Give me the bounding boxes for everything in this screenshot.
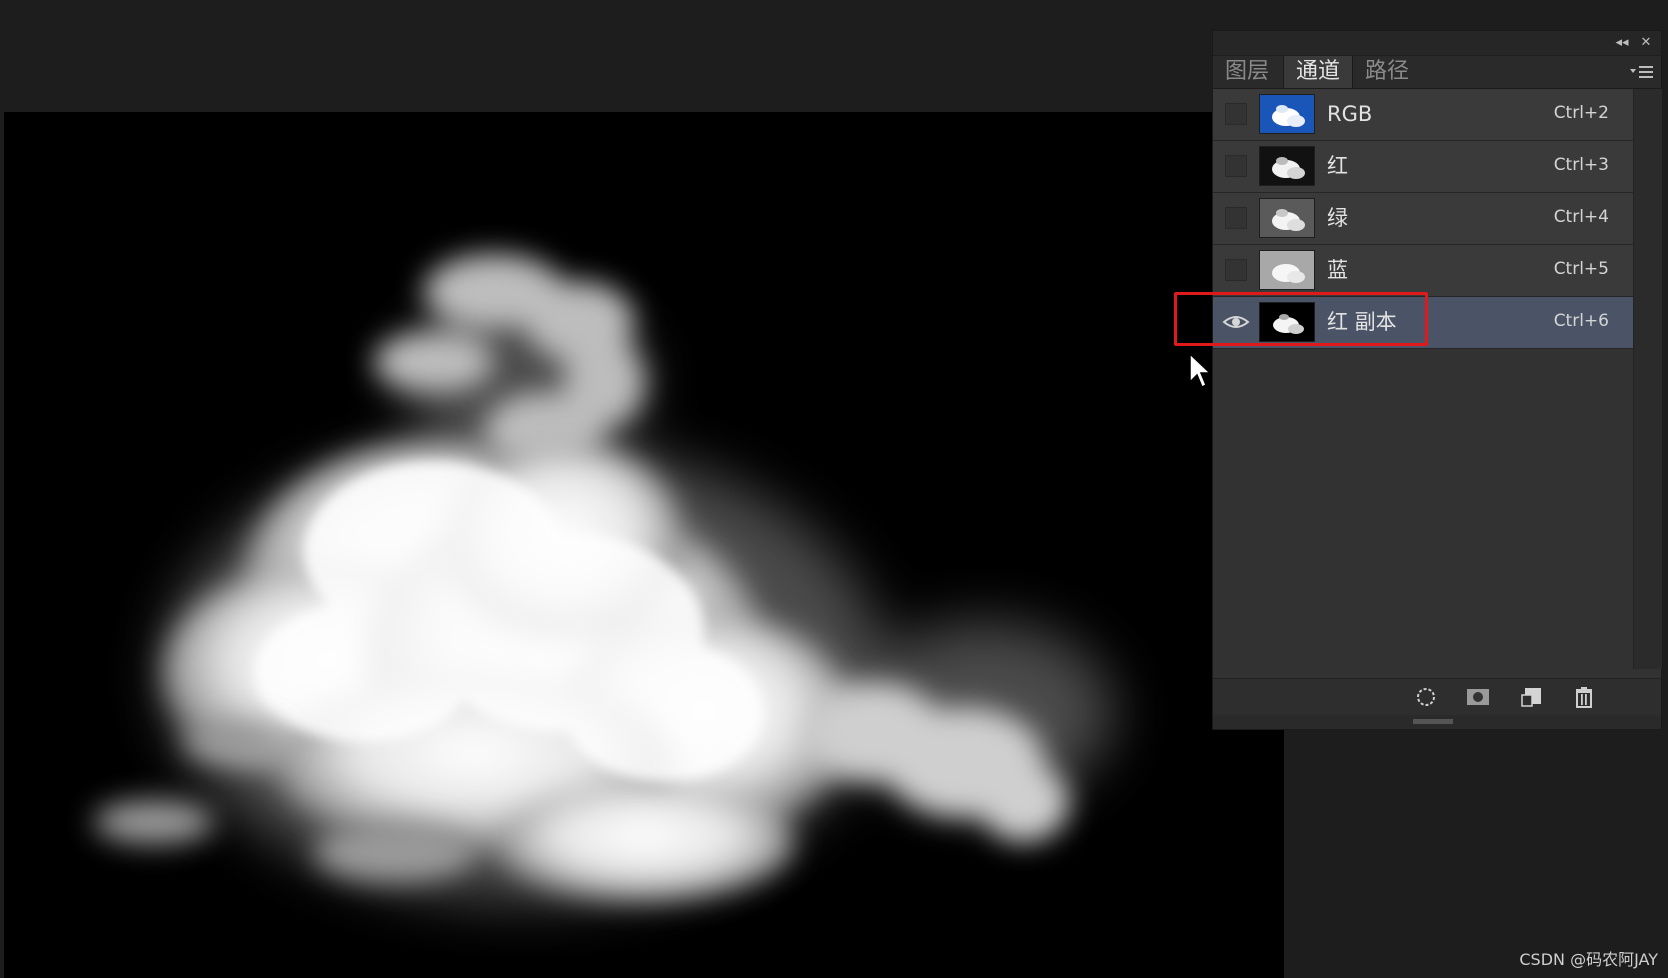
channel-name: 蓝 (1327, 258, 1348, 282)
panel-tab-bar: 图层 通道 路径 (1213, 56, 1661, 89)
channel-thumbnail (1259, 250, 1315, 290)
channel-shortcut: Ctrl+2 (1553, 103, 1609, 123)
double-chevron-left-icon[interactable]: ◂◂ (1613, 34, 1631, 52)
channel-thumbnail (1259, 94, 1315, 134)
mouse-cursor-icon (1189, 352, 1212, 389)
delete-channel-icon[interactable] (1571, 685, 1597, 709)
panel-menu-icon[interactable] (1629, 62, 1655, 82)
save-selection-mask-icon[interactable] (1465, 685, 1491, 709)
close-icon[interactable]: ✕ (1637, 34, 1655, 52)
panel-footer-toolbar (1213, 678, 1661, 715)
watermark-text: CSDN @码农阿JAY (1519, 950, 1658, 969)
grip-dots-icon (1413, 719, 1453, 724)
channel-name: 红 (1327, 154, 1348, 178)
channel-shortcut: Ctrl+4 (1553, 207, 1609, 227)
load-selection-icon[interactable] (1413, 685, 1439, 709)
channel-shortcut: Ctrl+3 (1553, 155, 1609, 175)
channel-shortcut: Ctrl+5 (1553, 259, 1609, 279)
channels-panel: ◂◂ ✕ 图层 通道 路径 RGB Ctrl+2 红 Ctrl+3 绿 Ctrl… (1212, 30, 1662, 730)
channel-thumbnail (1259, 198, 1315, 238)
visibility-toggle[interactable] (1225, 103, 1247, 125)
channel-row-green[interactable]: 绿 Ctrl+4 (1213, 193, 1633, 245)
panel-title-bar: ◂◂ ✕ (1213, 31, 1661, 56)
document-canvas[interactable] (4, 112, 1284, 978)
new-channel-icon[interactable] (1519, 685, 1545, 709)
channel-name: RGB (1327, 102, 1373, 126)
channel-shortcut: Ctrl+6 (1553, 311, 1609, 331)
channel-list-scrollbar[interactable] (1633, 89, 1662, 669)
channel-name: 绿 (1327, 206, 1348, 230)
highlight-annotation (1174, 292, 1428, 346)
channel-row-blue[interactable]: 蓝 Ctrl+5 (1213, 245, 1633, 297)
visibility-toggle[interactable] (1225, 259, 1247, 281)
tab-layers[interactable]: 图层 (1213, 56, 1281, 88)
visibility-toggle[interactable] (1225, 207, 1247, 229)
tab-channels[interactable]: 通道 (1283, 56, 1354, 88)
panel-resize-grip[interactable] (1213, 715, 1661, 729)
photoshop-workspace: ◂◂ ✕ 图层 通道 路径 RGB Ctrl+2 红 Ctrl+3 绿 Ctrl… (0, 0, 1668, 978)
visibility-toggle[interactable] (1225, 155, 1247, 177)
channel-thumbnail (1259, 146, 1315, 186)
tab-paths[interactable]: 路径 (1353, 56, 1421, 88)
channel-row-red[interactable]: 红 Ctrl+3 (1213, 141, 1633, 193)
cloud-image (94, 254, 1114, 902)
channel-row-rgb[interactable]: RGB Ctrl+2 (1213, 89, 1633, 141)
